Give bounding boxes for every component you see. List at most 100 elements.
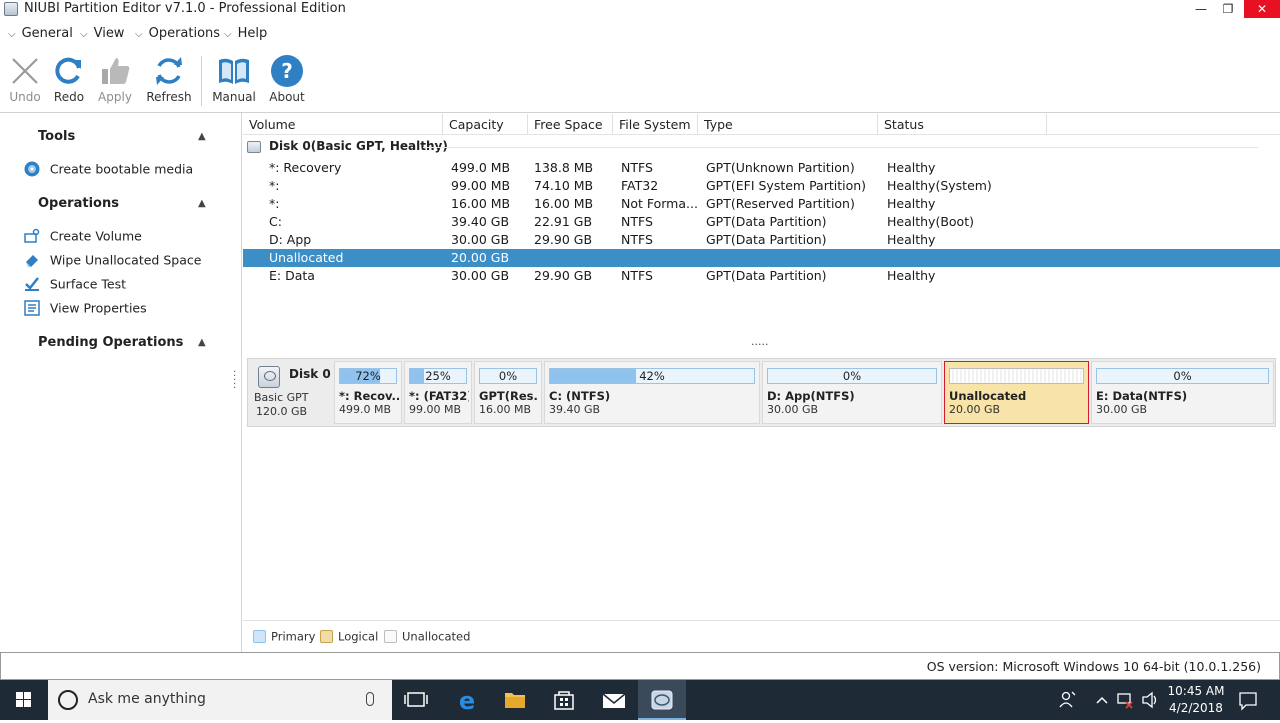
- windows-logo-icon: [16, 692, 31, 707]
- create-volume-item[interactable]: Create Volume: [24, 228, 142, 246]
- cell-status: Healthy: [887, 232, 936, 247]
- operations-title: Operations: [38, 196, 119, 211]
- collapse-operations-icon[interactable]: ▲: [198, 198, 206, 209]
- table-row[interactable]: D: App 30.00 GB 29.90 GB NTFS GPT(Data Parti…: [243, 231, 1280, 249]
- table-row[interactable]: Unallocated 20.00 GB: [243, 249, 1280, 267]
- apply-button[interactable]: Apply: [90, 54, 140, 104]
- menu-view[interactable]: ⌵ View: [80, 26, 124, 41]
- cell-capacity: 99.00 MB: [451, 178, 511, 193]
- cell-status: Healthy(Boot): [887, 214, 974, 229]
- usage-percent: 0%: [842, 369, 862, 383]
- partition-size: 20.00 GB: [949, 403, 1001, 416]
- partition-block[interactable]: 25% *: (FAT32) 99.00 MB: [404, 361, 472, 424]
- network-icon[interactable]: [1116, 680, 1136, 720]
- taskbar-search[interactable]: Ask me anything: [48, 680, 392, 720]
- menu-operations[interactable]: ⌵ Operations: [135, 26, 220, 41]
- manual-button[interactable]: Manual: [209, 54, 259, 104]
- table-row[interactable]: E: Data 30.00 GB 29.90 GB NTFS GPT(Data Part…: [243, 267, 1280, 285]
- partition-block[interactable]: 0% D: App(NTFS) 30.00 GB: [762, 361, 942, 424]
- table-row[interactable]: *: Recovery 499.0 MB 138.8 MB NTFS GPT(Unkno…: [243, 159, 1280, 177]
- pending-operations-title: Pending Operations: [38, 335, 184, 350]
- niubi-app-icon: [651, 690, 673, 710]
- resize-grip[interactable]: .....: [751, 335, 768, 348]
- show-hidden-icons[interactable]: [1094, 680, 1110, 720]
- action-center-icon[interactable]: [1238, 680, 1258, 720]
- restore-button[interactable]: ❐: [1214, 0, 1242, 18]
- view-properties-item[interactable]: View Properties: [24, 300, 147, 318]
- cell-status: Healthy: [887, 160, 936, 175]
- column-file-system[interactable]: File System: [613, 114, 698, 135]
- column-volume[interactable]: Volume: [243, 114, 443, 135]
- disk-0-block[interactable]: Disk 0 Basic GPT 120.0 GB: [248, 359, 332, 426]
- partition-size: 30.00 GB: [1096, 403, 1148, 416]
- chevron-down-icon: ⌵: [135, 29, 143, 40]
- volume-table-header: Volume Capacity Free Space File System T…: [243, 114, 1280, 135]
- partition-block[interactable]: 0% E: Data(NTFS) 30.00 GB: [1091, 361, 1274, 424]
- chevron-down-icon: ⌵: [8, 29, 16, 40]
- mail-button[interactable]: [590, 680, 638, 720]
- file-explorer-button[interactable]: [491, 680, 539, 720]
- task-view-button[interactable]: [392, 680, 440, 720]
- partition-block[interactable]: 42% C: (NTFS) 39.40 GB: [544, 361, 760, 424]
- table-row[interactable]: *: 99.00 MB 74.10 MB FAT32 GPT(EFI System Pa…: [243, 177, 1280, 195]
- usage-percent: 0%: [1173, 369, 1192, 383]
- menu-general[interactable]: ⌵ General: [8, 26, 73, 41]
- cell-type: GPT(Data Partition): [706, 268, 827, 283]
- microphone-icon[interactable]: [366, 692, 374, 706]
- taskbar-clock[interactable]: 10:45 AM 4/2/2018: [1165, 683, 1227, 717]
- partition-name: D: App(NTFS): [767, 389, 855, 403]
- store-button[interactable]: [540, 680, 588, 720]
- undo-button[interactable]: Undo: [0, 54, 50, 104]
- partition-block[interactable]: 72% *: Recov... 499.0 MB: [334, 361, 402, 424]
- partition-size: 16.00 MB: [479, 403, 532, 416]
- legend: Primary Logical Unallocated: [243, 620, 1280, 648]
- column-capacity[interactable]: Capacity: [443, 114, 528, 135]
- collapse-tools-icon[interactable]: ▲: [198, 131, 206, 142]
- partition-block[interactable]: 0% GPT(Res...16.00 MB: [474, 361, 542, 424]
- table-row[interactable]: *: 16.00 MB 16.00 MB Not Forma... GPT(Reserv…: [243, 195, 1280, 213]
- properties-icon: [24, 300, 40, 316]
- toolbar: Undo Redo Apply Refresh Manual ? About: [0, 50, 1280, 112]
- partition-block[interactable]: Unallocated 20.00 GB: [944, 361, 1089, 424]
- redo-button[interactable]: Redo: [44, 54, 94, 104]
- minimize-button[interactable]: —: [1187, 0, 1215, 18]
- cell-free-space: 138.8 MB: [534, 160, 594, 175]
- surface-test-item[interactable]: Surface Test: [24, 276, 126, 294]
- cell-volume: E: Data: [269, 268, 315, 283]
- eraser-icon: [26, 255, 38, 267]
- splitter-handle[interactable]: · · · · ·: [233, 368, 237, 394]
- title-bar: NIUBI Partition Editor v7.1.0 - Professi…: [0, 0, 1280, 18]
- collapse-pending-icon[interactable]: ▲: [198, 337, 206, 348]
- cell-volume: D: App: [269, 232, 312, 247]
- about-button[interactable]: ? About: [262, 54, 312, 104]
- right-panel: Volume Capacity Free Space File System T…: [243, 113, 1280, 652]
- cell-type: [706, 249, 884, 267]
- start-button[interactable]: [0, 680, 48, 720]
- os-version: OS version: Microsoft Windows 10 64-bit …: [926, 659, 1261, 674]
- refresh-button[interactable]: Refresh: [144, 54, 194, 104]
- cell-file-system: NTFS: [621, 214, 653, 229]
- menu-bar: ⌵ General ⌵ View ⌵ Operations ⌵ Help: [0, 26, 600, 44]
- menu-help[interactable]: ⌵ Help: [224, 26, 267, 41]
- column-type[interactable]: Type: [698, 114, 878, 135]
- column-free-space[interactable]: Free Space: [528, 114, 613, 135]
- edge-browser-button[interactable]: e: [443, 680, 491, 720]
- close-button[interactable]: ✕: [1244, 0, 1280, 18]
- check-icon: [25, 277, 39, 291]
- disk-0-header[interactable]: Disk 0(Basic GPT, Healthy): [247, 139, 448, 155]
- toolbar-separator: [201, 56, 202, 106]
- table-row[interactable]: C: 39.40 GB 22.91 GB NTFS GPT(Data Partition…: [243, 213, 1280, 231]
- cell-free-space: 29.90 GB: [534, 232, 593, 247]
- disk-header-line: [423, 147, 1258, 148]
- people-icon[interactable]: [1058, 680, 1078, 720]
- left-panel: Tools ▲ Create bootable media Operations…: [0, 113, 242, 652]
- wipe-unallocated-item[interactable]: Wipe Unallocated Space: [24, 252, 201, 270]
- volume-icon[interactable]: [1141, 680, 1159, 720]
- mail-icon: [602, 693, 626, 708]
- column-status[interactable]: Status: [878, 114, 1047, 135]
- store-icon: [554, 691, 574, 710]
- create-bootable-media-item[interactable]: Create bootable media: [24, 161, 193, 179]
- partition-size: 99.00 MB: [409, 403, 462, 416]
- cell-volume: *:: [269, 178, 280, 193]
- niubi-taskbar-button[interactable]: [638, 680, 686, 720]
